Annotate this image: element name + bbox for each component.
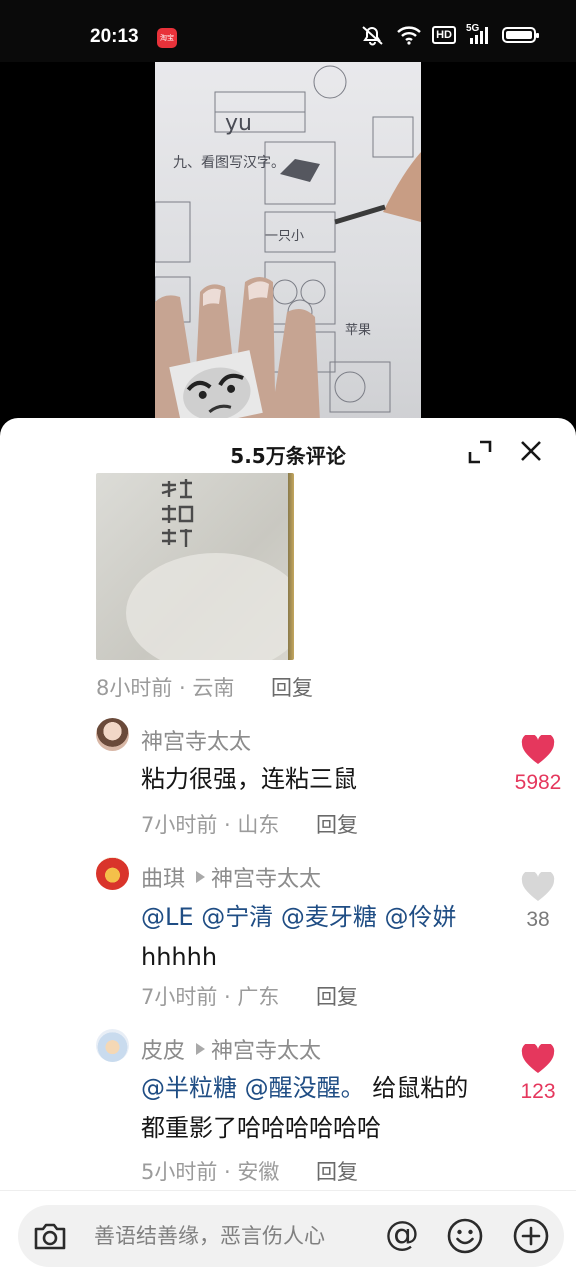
reply-button[interactable]: 回复 <box>316 981 358 1011</box>
heart-filled-icon <box>521 1044 555 1073</box>
comment-photo <box>126 479 294 660</box>
reply-button[interactable]: 回复 <box>316 809 358 839</box>
like-count: 5982 <box>514 771 562 794</box>
comment-text: 粘力很强，连粘三鼠 <box>141 765 357 793</box>
comment-text: @半粒糖 @醒没醒。 给鼠粘的 都重影了哈哈哈哈哈哈 <box>141 1068 521 1148</box>
wifi-icon <box>397 26 421 45</box>
comment-time-location: 5小时前 · 安徽 <box>141 1160 280 1184</box>
mention-link[interactable]: @伶姘 <box>384 903 456 931</box>
like-button[interactable]: 38 <box>508 872 568 932</box>
video-player[interactable]: 九、看图写汉字。 yu 一只小 苹果 <box>0 62 576 422</box>
expand-icon[interactable] <box>466 438 494 466</box>
mention-link[interactable]: @麦牙糖 <box>281 903 377 931</box>
comment-time-location: 7小时前 · 山东 <box>141 813 280 837</box>
comment-input[interactable] <box>94 1221 374 1251</box>
mention-link[interactable]: @半粒糖 <box>141 1074 237 1102</box>
status-icons: HD 5G <box>360 23 540 46</box>
battery-icon <box>502 27 539 43</box>
mute-icon <box>362 26 383 46</box>
like-count: 38 <box>526 908 550 931</box>
comment-tail: hhhhh <box>141 943 218 971</box>
mention-link[interactable]: @宁清 <box>201 903 273 931</box>
like-button[interactable]: 123 <box>508 1044 568 1104</box>
comment-time-location: 8小时前 · 云南 <box>96 676 235 700</box>
reply-arrow-icon <box>196 871 205 883</box>
like-count: 123 <box>520 1080 556 1103</box>
comments-sheet: 5.5万条评论 8小时前 · 云南 回复 神宫寺太太 粘力很强，连粘三鼠 7小时… <box>0 418 576 1280</box>
reply-arrow-icon <box>196 1043 205 1055</box>
hd-icon: HD <box>432 26 456 44</box>
mention-link[interactable]: @醒没醒。 <box>245 1074 365 1102</box>
comment-tail: 都重影了哈哈哈哈哈哈 <box>141 1114 381 1142</box>
reply-to-username[interactable]: 神宫寺太太 <box>211 1033 321 1065</box>
emoji-icon[interactable] <box>446 1217 484 1255</box>
svg-text:一只小: 一只小 <box>265 229 304 244</box>
status-bar: 20:13 淘宝 HD 5G <box>0 0 576 62</box>
comment-username[interactable]: 神宫寺太太 <box>141 724 251 756</box>
comment-username[interactable]: 曲琪 <box>141 861 185 893</box>
comment-tail: 给鼠粘的 <box>372 1074 469 1102</box>
plus-icon[interactable] <box>512 1217 550 1255</box>
video-frame: 九、看图写汉字。 yu 一只小 苹果 <box>155 62 421 422</box>
avatar[interactable] <box>96 1029 129 1062</box>
avatar[interactable] <box>96 857 129 890</box>
reply-button[interactable]: 回复 <box>271 672 313 702</box>
close-icon[interactable] <box>516 436 546 466</box>
like-button[interactable]: 5982 <box>508 735 568 795</box>
reply-to: 神宫寺太太 <box>196 861 321 893</box>
status-time: 20:13 <box>90 26 139 47</box>
reply-button[interactable]: 回复 <box>316 1156 358 1186</box>
svg-text:苹果: 苹果 <box>345 323 371 338</box>
avatar[interactable] <box>96 718 129 751</box>
comment-time-location: 7小时前 · 广东 <box>141 985 280 1009</box>
comment-image[interactable] <box>96 473 294 660</box>
mention-at-button[interactable]: @ <box>382 1215 422 1255</box>
reply-to-username[interactable]: 神宫寺太太 <box>211 861 321 893</box>
comments-list[interactable]: 8小时前 · 云南 回复 神宫寺太太 粘力很强，连粘三鼠 7小时前 · 山东 回… <box>0 473 576 1193</box>
taobao-app-icon: 淘宝 <box>157 28 177 48</box>
svg-text:九、看图写汉字。: 九、看图写汉字。 <box>173 155 285 171</box>
comment-input-bar: @ <box>0 1190 576 1280</box>
camera-icon[interactable] <box>32 1219 68 1253</box>
photo-edge <box>288 473 294 660</box>
heart-filled-icon <box>521 735 555 764</box>
reply-to: 神宫寺太太 <box>196 1033 321 1065</box>
heart-outline-icon <box>521 872 555 901</box>
comment-text: @LE @宁清 @麦牙糖 @伶姘 hhhhh <box>141 897 501 977</box>
comment-username[interactable]: 皮皮 <box>141 1033 185 1065</box>
svg-text:yu: yu <box>225 111 252 136</box>
comment-input-pill: @ <box>18 1205 564 1267</box>
mention-link[interactable]: @LE <box>141 903 194 931</box>
signal-5g-icon: 5G <box>466 23 492 45</box>
